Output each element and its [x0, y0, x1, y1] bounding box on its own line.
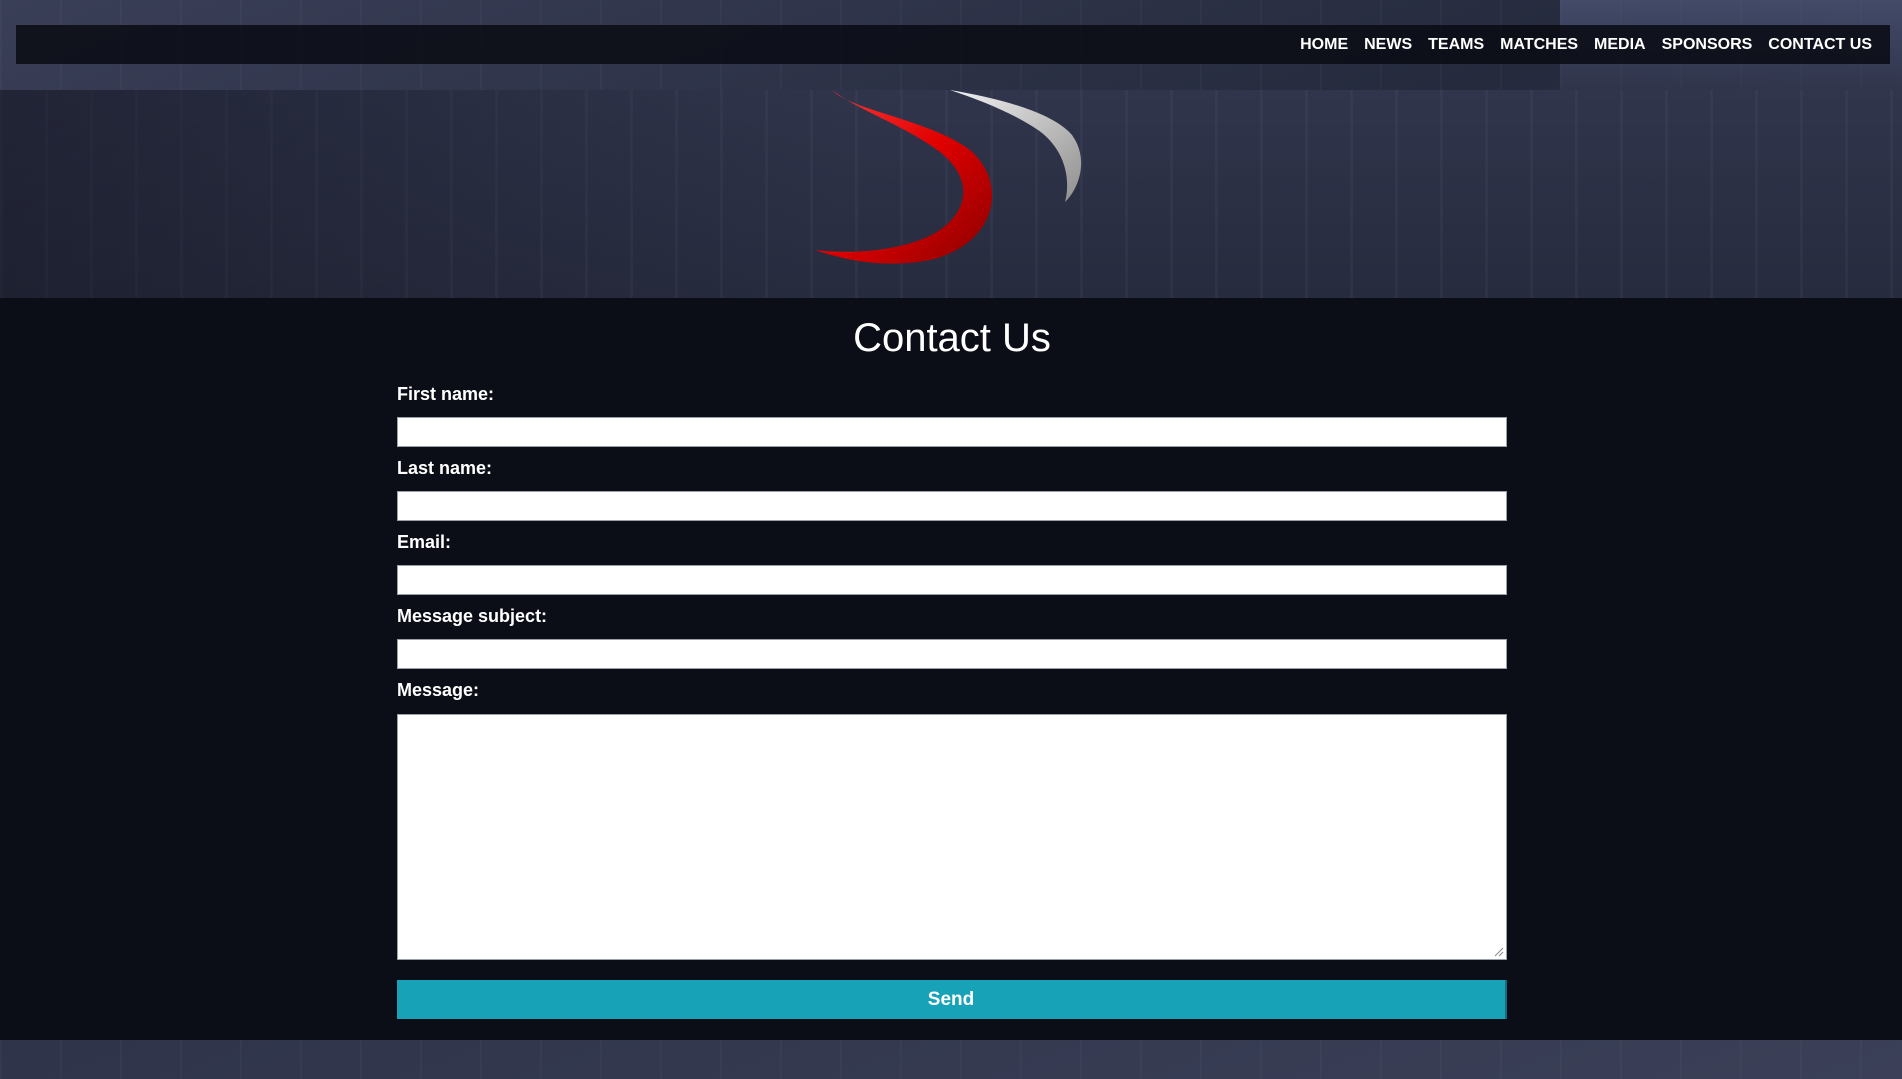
email-label: Email:	[397, 532, 452, 552]
nav-item-media[interactable]: MEDIA	[1586, 36, 1654, 54]
page-title: Contact Us	[853, 316, 1051, 360]
last-name-label: Last name:	[397, 458, 493, 478]
last-name-field[interactable]	[397, 491, 1507, 521]
nav-item-news[interactable]: NEWS	[1356, 36, 1420, 54]
nav-item-contact-us[interactable]: CONTACT US	[1760, 36, 1880, 54]
send-button[interactable]: Send	[397, 980, 1507, 1019]
nav-item-matches[interactable]: MATCHES	[1492, 36, 1586, 54]
nav-item-home[interactable]: HOME	[1292, 36, 1356, 54]
message-textarea[interactable]	[397, 714, 1507, 960]
resize-grip-icon[interactable]	[1494, 947, 1504, 957]
nav-item-sponsors[interactable]: SPONSORS	[1654, 36, 1761, 54]
message-label: Message:	[397, 680, 480, 700]
first-name-label: First name:	[397, 384, 495, 404]
email-field[interactable]	[397, 565, 1507, 595]
nav-item-teams[interactable]: TEAMS	[1420, 36, 1492, 54]
subject-label: Message subject:	[397, 606, 548, 626]
swoosh-logo-icon	[815, 90, 1082, 264]
first-name-field[interactable]	[397, 417, 1507, 447]
contact-section: Contact Us First name: Last name: Email:…	[0, 298, 1902, 1040]
nav-list: HOME NEWS TEAMS MATCHES MEDIA SPONSORS C…	[1292, 25, 1880, 64]
top-navigation: HOME NEWS TEAMS MATCHES MEDIA SPONSORS C…	[16, 25, 1890, 64]
subject-field[interactable]	[397, 639, 1507, 669]
